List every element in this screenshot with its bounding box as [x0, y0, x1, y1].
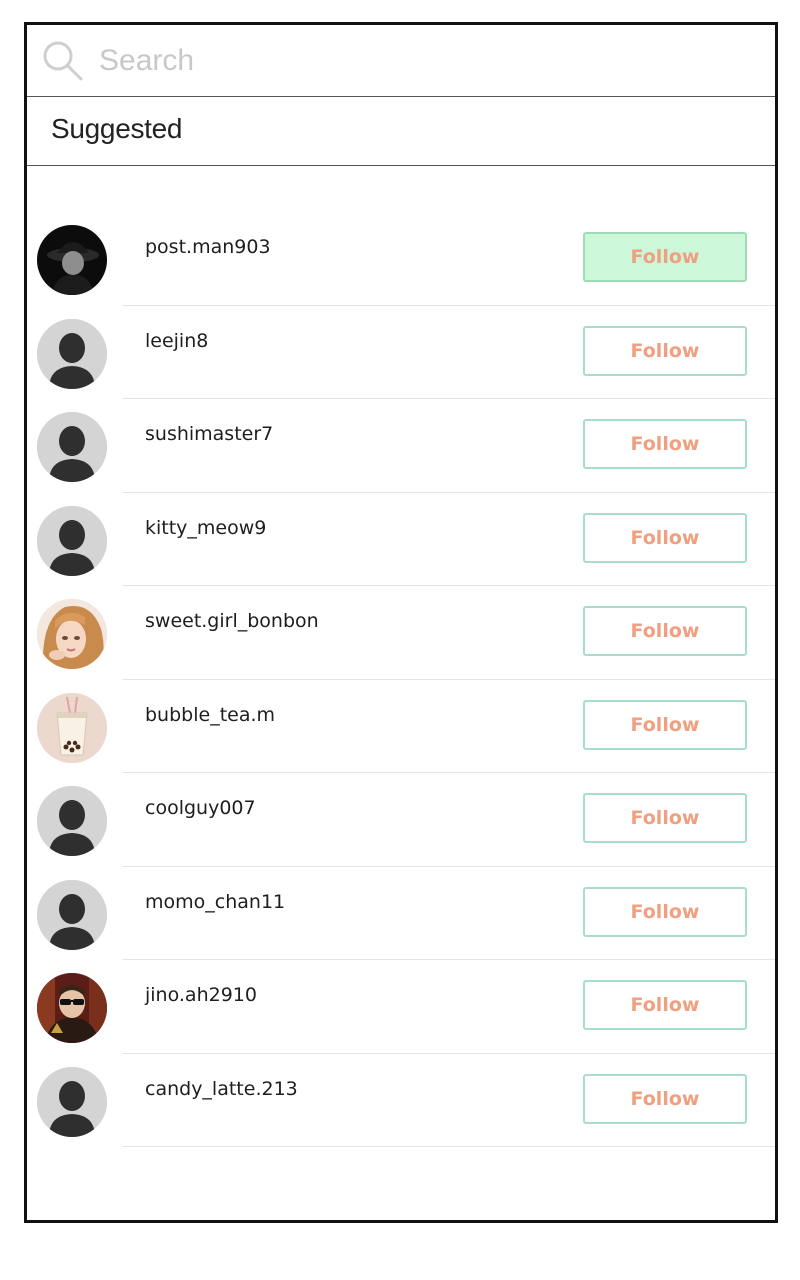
search-icon[interactable] [41, 39, 85, 83]
avatar[interactable] [37, 692, 107, 763]
default-user-icon [37, 318, 107, 389]
search-bar [27, 25, 775, 97]
avatar[interactable] [37, 1066, 107, 1137]
user-row: sushimaster7 Follow [27, 399, 775, 493]
default-user-icon [37, 879, 107, 950]
follow-button[interactable]: Follow [583, 699, 747, 750]
avatar[interactable] [37, 505, 107, 576]
follow-button[interactable]: Follow [583, 886, 747, 937]
user-row: momo_chan11 Follow [27, 867, 775, 960]
follow-button[interactable]: Follow [583, 793, 747, 843]
username[interactable]: momo_chan11 [145, 891, 285, 913]
avatar[interactable] [37, 225, 107, 295]
follow-button[interactable]: Follow [583, 980, 747, 1030]
default-user-icon [37, 786, 107, 856]
default-user-icon [37, 505, 107, 576]
username[interactable]: jino.ah2910 [145, 984, 257, 1006]
default-user-icon [37, 412, 107, 482]
username[interactable]: bubble_tea.m [145, 704, 275, 726]
user-row: sweet.girl_bonbon Follow [27, 586, 775, 680]
suggested-user-list: post.man903 Follow leejin8 Follow sushim… [27, 212, 775, 1147]
avatar[interactable] [37, 318, 107, 389]
follow-button[interactable]: Follow [583, 419, 747, 469]
username[interactable]: candy_latte.213 [145, 1078, 298, 1100]
follow-button[interactable]: Follow [583, 606, 747, 656]
section-title: Suggested [51, 113, 183, 144]
user-row: post.man903 Follow [27, 212, 775, 306]
user-row: coolguy007 Follow [27, 773, 775, 867]
search-input[interactable] [99, 39, 699, 83]
avatar-photo-sunglasses-man [37, 973, 107, 1043]
username[interactable]: kitty_meow9 [145, 517, 266, 539]
avatar-photo-girl-illustration [37, 599, 107, 669]
avatar-photo-dark-hat [37, 225, 107, 295]
follow-button[interactable]: Follow [583, 325, 747, 376]
avatar[interactable] [37, 879, 107, 950]
user-row: kitty_meow9 Follow [27, 493, 775, 586]
username[interactable]: leejin8 [145, 330, 208, 352]
avatar[interactable] [37, 412, 107, 482]
user-row: candy_latte.213 Follow [27, 1054, 775, 1147]
avatar[interactable] [37, 599, 107, 669]
default-user-icon [37, 1066, 107, 1137]
suggested-header: Suggested [27, 97, 775, 166]
app-frame: Suggested post.man903 Follow [24, 22, 778, 1223]
divider [123, 1146, 775, 1147]
follow-button[interactable]: Follow [583, 1073, 747, 1124]
user-row: bubble_tea.m Follow [27, 680, 775, 773]
avatar-photo-bubble-tea [37, 692, 107, 763]
username[interactable]: sushimaster7 [145, 423, 273, 445]
username[interactable]: coolguy007 [145, 797, 256, 819]
username[interactable]: sweet.girl_bonbon [145, 610, 319, 632]
user-row: jino.ah2910 Follow [27, 960, 775, 1054]
follow-button[interactable]: Follow [583, 512, 747, 563]
username[interactable]: post.man903 [145, 236, 271, 258]
avatar[interactable] [37, 973, 107, 1043]
follow-button[interactable]: Follow [583, 232, 747, 282]
avatar[interactable] [37, 786, 107, 856]
user-row: leejin8 Follow [27, 306, 775, 399]
